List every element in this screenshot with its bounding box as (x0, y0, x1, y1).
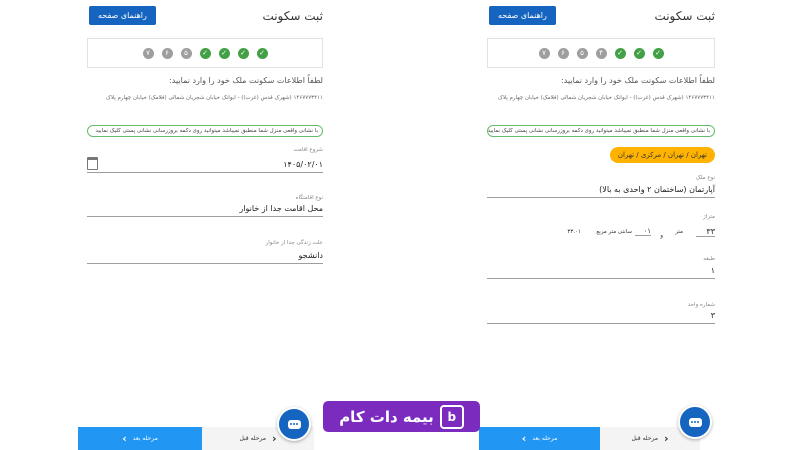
next-step-label: مرحله بعد (532, 435, 558, 442)
field-value: ۱۴۰۵/۰۲/۰۱ (283, 160, 323, 169)
next-step-label: مرحله بعد (132, 435, 158, 442)
chevron-right-icon: › (272, 432, 277, 445)
floor-field[interactable]: طبقه ۱ (487, 256, 715, 279)
step-7: ۷ (538, 47, 550, 59)
area-cm-value[interactable]: ۰۱ (635, 227, 651, 236)
bimeh-com-watermark: b بیمه دات کام (323, 401, 480, 432)
step-4: ۴ (595, 47, 607, 59)
step-5: ۵ (576, 47, 588, 59)
postal-address: ۱۴۶۷۷۷۳۴۱۱ (شهرک قدس (غرب)) - ایوانک خیا… (106, 95, 323, 101)
unit-number-field[interactable]: شماره واحد ۳ (487, 302, 715, 324)
page-guide-button[interactable]: راهنمای صفحه (89, 6, 156, 25)
step-indicator: ✓ ✓ ✓ ۴ ۵ ۶ ۷ (487, 38, 715, 68)
field-value: ۱ (710, 266, 715, 275)
field-value: آپارتمان (ساختمان ۲ واحدی به بالا) (599, 185, 715, 194)
intro-text: لطفاً اطلاعات سکونت ملک خود را وارد نمای… (169, 76, 323, 85)
step-7: ۷ (142, 47, 154, 59)
area-unit-label: متر (675, 229, 683, 235)
chat-icon (287, 419, 301, 429)
area-total: ۳۳.۰۱ (567, 229, 581, 235)
next-step-button[interactable]: ‹ مرحله بعد (479, 427, 600, 450)
watermark-text: بیمه دات کام (339, 407, 434, 426)
chat-support-button[interactable] (277, 407, 311, 441)
step-2: ✓ (237, 47, 249, 59)
chevron-left-icon: ‹ (521, 432, 527, 445)
location-chip: تهران / تهران / مرکزی / تهران (609, 147, 715, 163)
area-and-label: و (660, 233, 663, 239)
field-label: متراژ (703, 214, 715, 220)
right-screen: ثبت سکونت راهنمای صفحه ✓ ✓ ✓ ۴ ۵ ۶ ۷ لطف… (487, 0, 715, 450)
address-update-hint[interactable]: با نشانی واقعی منزل شما منطبق نمیباشد می… (87, 125, 323, 137)
field-value: محل اقامت جدا از خانوار (239, 204, 323, 213)
postal-address: ۱۴۶۷۷۷۳۴۱۱ (شهرک قدس (غرب)) - ایوانک خیا… (498, 95, 715, 101)
separate-living-reason-field[interactable]: علت زندگی جدا از خانوار دانشجو (87, 240, 323, 264)
chevron-left-icon: ‹ (122, 432, 127, 445)
field-label: طبقه (703, 256, 715, 262)
step-1: ✓ (652, 47, 664, 59)
area-meter-value[interactable]: ۳۳ (696, 227, 715, 237)
left-screen: ثبت سکونت راهنمای صفحه ✓ ✓ ✓ ✓ ۵ ۶ ۷ لطف… (87, 0, 323, 450)
property-type-field[interactable]: نوع ملک آپارتمان (ساختمان ۲ واحدی به بال… (487, 175, 715, 198)
field-label: نوع ملک (695, 175, 715, 181)
residence-start-field[interactable]: شروع اقامت ۱۴۰۵/۰۲/۰۱ (87, 147, 323, 173)
address-update-hint[interactable]: با نشانی واقعی منزل شما منطبق نمیباشد می… (487, 125, 715, 137)
step-3: ✓ (218, 47, 230, 59)
step-2: ✓ (633, 47, 645, 59)
intro-text: لطفاً اطلاعات سکونت ملک خود را وارد نمای… (561, 76, 715, 85)
field-label: علت زندگی جدا از خانوار (265, 240, 323, 246)
chevron-right-icon: › (664, 432, 669, 445)
brand-logo-icon: b (439, 404, 464, 429)
step-4: ✓ (199, 47, 211, 59)
previous-step-label: مرحله قبل (631, 435, 659, 442)
field-label: نوع اقامتگاه (295, 195, 323, 201)
step-6: ۶ (161, 47, 173, 59)
page-title: ثبت سکونت (654, 9, 715, 23)
area-cm-label: سانتی متر مربع (596, 229, 632, 235)
right-bottom-bar: ‹ مرحله بعد مرحله قبل › (479, 427, 700, 450)
page-title: ثبت سکونت (262, 9, 323, 23)
step-indicator: ✓ ✓ ✓ ✓ ۵ ۶ ۷ (87, 38, 323, 68)
field-value: ۳ (710, 311, 715, 320)
field-label: شروع اقامت (293, 147, 323, 153)
area-field[interactable]: متراژ ۳۳ (487, 214, 715, 239)
step-1: ✓ (256, 47, 268, 59)
step-6: ۶ (557, 47, 569, 59)
chat-icon (688, 417, 702, 427)
previous-step-label: مرحله قبل (239, 435, 267, 442)
field-value: دانشجو (298, 251, 323, 260)
next-step-button[interactable]: ‹ مرحله بعد (78, 427, 202, 450)
page-guide-button[interactable]: راهنمای صفحه (489, 6, 556, 25)
step-3: ✓ (614, 47, 626, 59)
calendar-icon[interactable] (87, 157, 98, 170)
field-label: شماره واحد (687, 302, 715, 308)
step-5: ۵ (180, 47, 192, 59)
residence-type-field[interactable]: نوع اقامتگاه محل اقامت جدا از خانوار (87, 195, 323, 217)
chat-support-button[interactable] (678, 405, 712, 439)
